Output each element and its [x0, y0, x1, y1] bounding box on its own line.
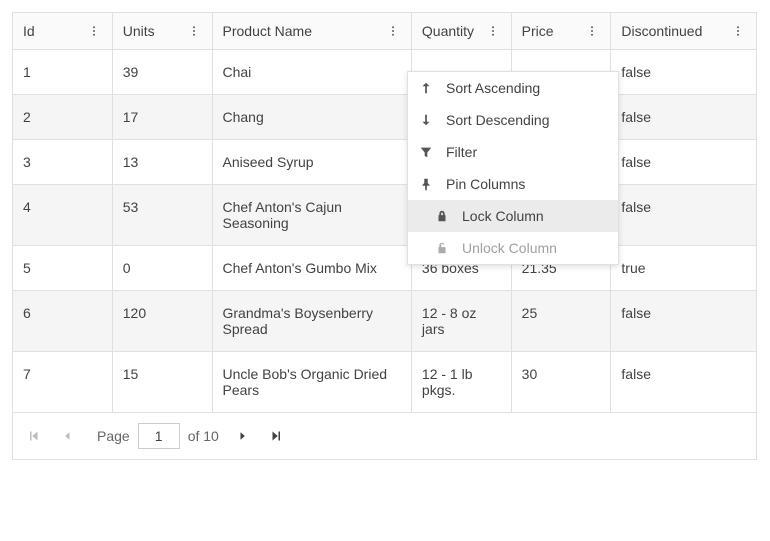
- table-row[interactable]: 2 17 Chang false: [13, 95, 756, 140]
- cell-name: Aniseed Syrup: [213, 140, 412, 184]
- page-word: Page: [97, 428, 130, 444]
- cell-name: Chef Anton's Gumbo Mix: [213, 246, 412, 290]
- pager-first-button[interactable]: [23, 426, 43, 446]
- table-row[interactable]: 3 13 Aniseed Syrup false: [13, 140, 756, 185]
- cell-disc: true: [611, 246, 756, 290]
- cell-id: 4: [13, 185, 113, 245]
- menu-sort-ascending-label: Sort Ascending: [446, 80, 540, 96]
- pager-last-button[interactable]: [267, 426, 287, 446]
- table-row[interactable]: 5 0 Chef Anton's Gumbo Mix 36 boxes 21.3…: [13, 246, 756, 291]
- column-menu: Sort Ascending Sort Descending Filter Pi…: [407, 71, 619, 265]
- more-vertical-icon[interactable]: [584, 23, 600, 39]
- page-of: of 10: [188, 428, 219, 444]
- cell-units: 0: [113, 246, 213, 290]
- lock-icon: [434, 208, 450, 224]
- table-row[interactable]: 1 39 Chai false: [13, 50, 756, 95]
- more-vertical-icon[interactable]: [485, 23, 501, 39]
- menu-sort-descending-label: Sort Descending: [446, 112, 550, 128]
- menu-filter[interactable]: Filter: [408, 136, 618, 168]
- table-row[interactable]: 7 15 Uncle Bob's Organic Dried Pears 12 …: [13, 352, 756, 412]
- menu-pin-columns[interactable]: Pin Columns: [408, 168, 618, 200]
- cell-disc: false: [611, 50, 756, 94]
- menu-lock-label: Lock Column: [462, 208, 544, 224]
- header-qty-label: Quantity: [422, 23, 474, 39]
- table-row[interactable]: 6 120 Grandma's Boysenberry Spread 12 - …: [13, 291, 756, 352]
- cell-qty: 12 - 1 lb pkgs.: [412, 352, 512, 412]
- header-units[interactable]: Units: [113, 13, 213, 49]
- cell-disc: false: [611, 95, 756, 139]
- cell-units: 39: [113, 50, 213, 94]
- cell-id: 1: [13, 50, 113, 94]
- menu-pin-label: Pin Columns: [446, 176, 525, 192]
- cell-name: Uncle Bob's Organic Dried Pears: [213, 352, 412, 412]
- cell-units: 53: [113, 185, 213, 245]
- cell-disc: false: [611, 185, 756, 245]
- cell-qty: 12 - 8 oz jars: [412, 291, 512, 351]
- cell-id: 7: [13, 352, 113, 412]
- cell-id: 5: [13, 246, 113, 290]
- pin-icon: [418, 176, 434, 192]
- page-label-group: Page of 10: [97, 423, 219, 449]
- header-id[interactable]: Id: [13, 13, 113, 49]
- header-product-name[interactable]: Product Name: [213, 13, 412, 49]
- cell-disc: false: [611, 140, 756, 184]
- menu-filter-label: Filter: [446, 144, 477, 160]
- more-vertical-icon[interactable]: [385, 23, 401, 39]
- header-disc-label: Discontinued: [621, 23, 702, 39]
- cell-units: 13: [113, 140, 213, 184]
- header-units-label: Units: [123, 23, 155, 39]
- cell-units: 17: [113, 95, 213, 139]
- unlock-icon: [434, 240, 450, 256]
- cell-name: Grandma's Boysenberry Spread: [213, 291, 412, 351]
- header-name-label: Product Name: [223, 23, 312, 39]
- header-quantity[interactable]: Quantity: [412, 13, 512, 49]
- menu-unlock-label: Unlock Column: [462, 240, 557, 256]
- pager-next-button[interactable]: [233, 426, 253, 446]
- header-row: Id Units Product Name Quantity Price: [13, 13, 756, 50]
- cell-id: 2: [13, 95, 113, 139]
- pager-prev-button[interactable]: [57, 426, 77, 446]
- more-vertical-icon[interactable]: [86, 23, 102, 39]
- table-row[interactable]: 4 53 Chef Anton's Cajun Seasoning 48 - 6…: [13, 185, 756, 246]
- cell-disc: false: [611, 352, 756, 412]
- cell-units: 15: [113, 352, 213, 412]
- grid-body: 1 39 Chai false 2 17 Chang false 3 13 An…: [13, 50, 756, 412]
- header-discontinued[interactable]: Discontinued: [611, 13, 756, 49]
- arrow-down-icon: [418, 112, 434, 128]
- data-grid: Id Units Product Name Quantity Price: [12, 12, 757, 460]
- menu-lock-column[interactable]: Lock Column: [408, 200, 618, 232]
- filter-icon: [418, 144, 434, 160]
- header-id-label: Id: [23, 23, 35, 39]
- header-price-label: Price: [522, 23, 554, 39]
- menu-sort-ascending[interactable]: Sort Ascending: [408, 72, 618, 104]
- page-input[interactable]: [138, 423, 180, 449]
- cell-name: Chang: [213, 95, 412, 139]
- cell-id: 6: [13, 291, 113, 351]
- menu-unlock-column: Unlock Column: [408, 232, 618, 264]
- arrow-up-icon: [418, 80, 434, 96]
- cell-name: Chai: [213, 50, 412, 94]
- cell-price: 25: [512, 291, 612, 351]
- cell-units: 120: [113, 291, 213, 351]
- cell-id: 3: [13, 140, 113, 184]
- more-vertical-icon[interactable]: [186, 23, 202, 39]
- more-vertical-icon[interactable]: [730, 23, 746, 39]
- cell-disc: false: [611, 291, 756, 351]
- cell-name: Chef Anton's Cajun Seasoning: [213, 185, 412, 245]
- menu-sort-descending[interactable]: Sort Descending: [408, 104, 618, 136]
- pager: Page of 10: [13, 412, 756, 459]
- header-price[interactable]: Price: [512, 13, 612, 49]
- cell-price: 30: [512, 352, 612, 412]
